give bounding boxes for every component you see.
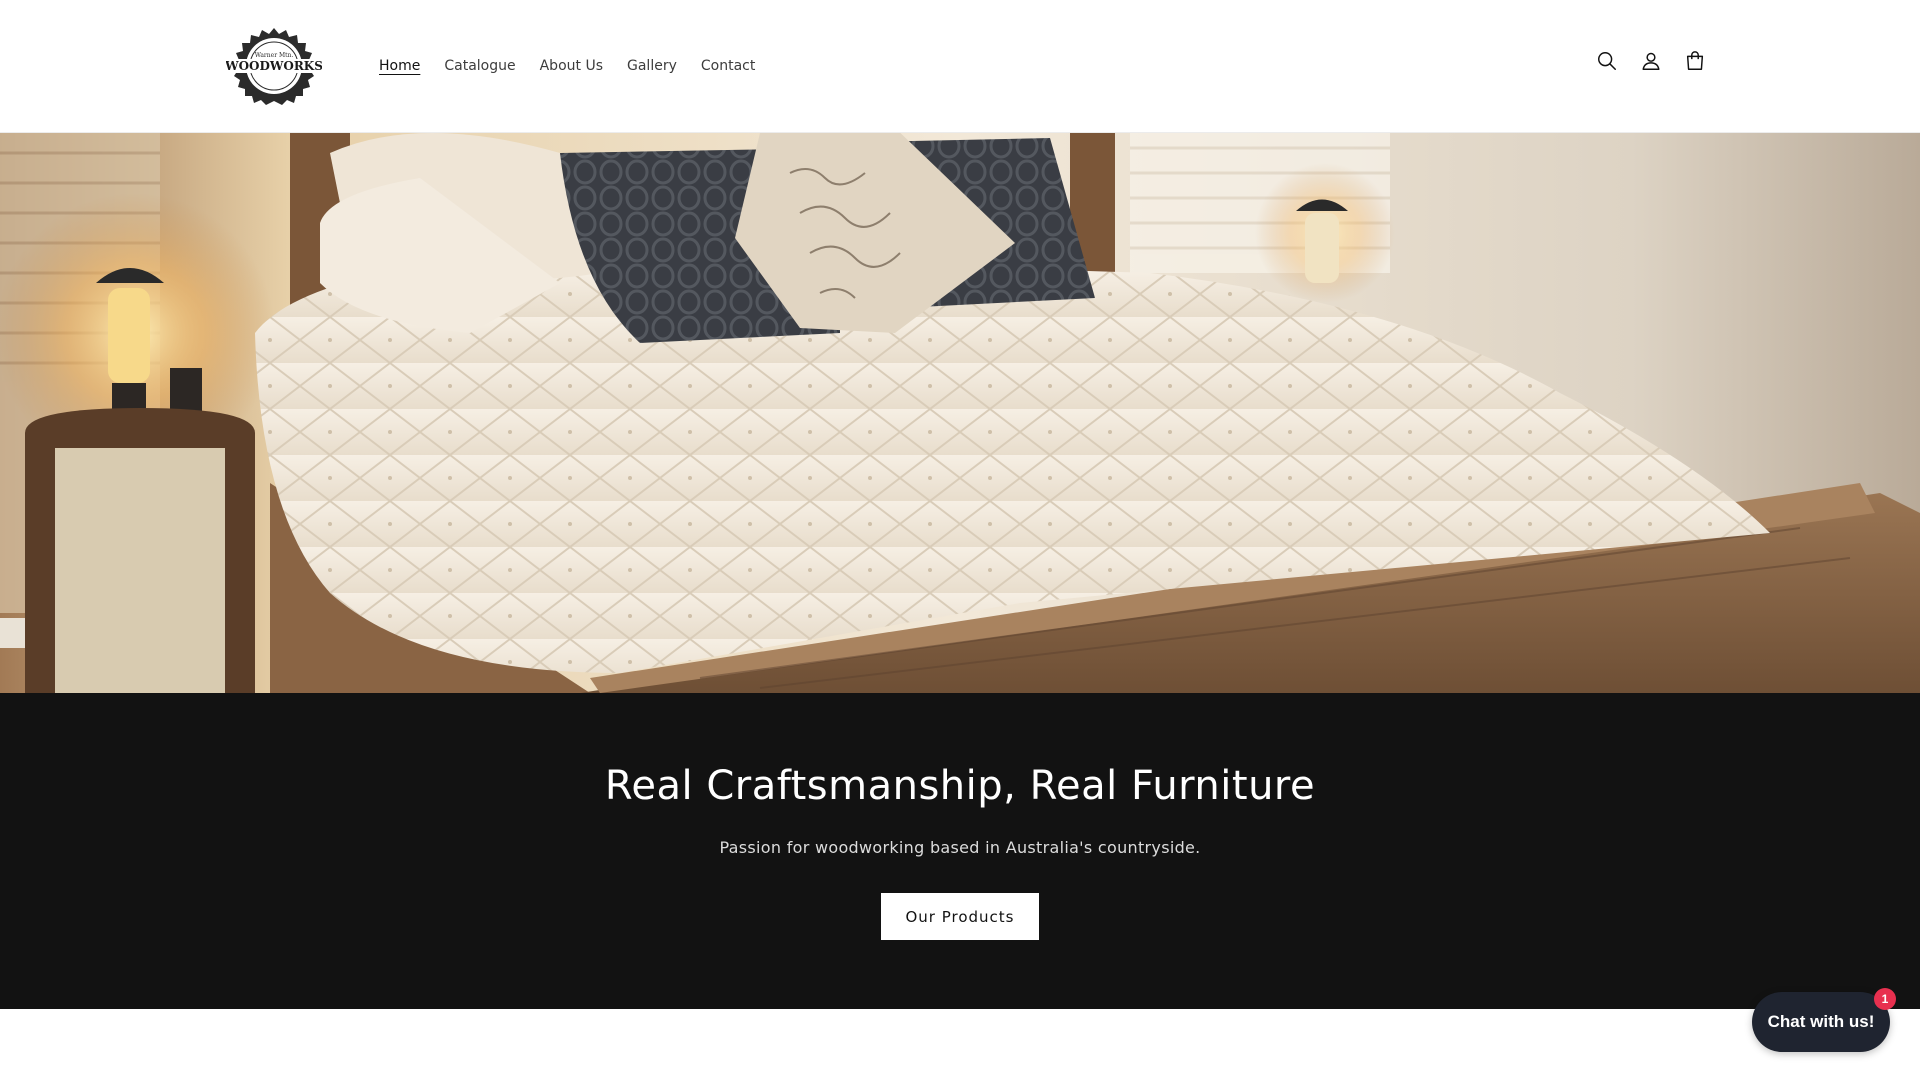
hero-banner: Real Craftsmanship, Real Furniture Passi… xyxy=(0,693,1920,1009)
banner-subtitle: Passion for woodworking based in Austral… xyxy=(719,838,1201,857)
nav-home[interactable]: Home xyxy=(379,55,420,77)
bedroom-photo xyxy=(0,133,1920,693)
saw-blade-logo-icon: Warner Mtn. WOODWORKS xyxy=(224,28,323,105)
site-header: Warner Mtn. WOODWORKS Home Catalogue Abo… xyxy=(0,0,1920,133)
cart-icon[interactable] xyxy=(1684,50,1706,72)
nav-about-us[interactable]: About Us xyxy=(540,55,603,77)
banner-title: Real Craftsmanship, Real Furniture xyxy=(604,763,1316,809)
nav-catalogue[interactable]: Catalogue xyxy=(444,55,515,77)
site-logo[interactable]: Warner Mtn. WOODWORKS xyxy=(224,26,323,106)
account-icon[interactable] xyxy=(1640,50,1662,72)
search-icon[interactable] xyxy=(1596,50,1618,72)
logo-main-text: WOODWORKS xyxy=(226,59,322,73)
main-nav: Home Catalogue About Us Gallery Contact xyxy=(379,55,779,77)
nav-gallery[interactable]: Gallery xyxy=(627,55,677,77)
nav-contact[interactable]: Contact xyxy=(701,55,755,77)
logo-top-text: Warner Mtn. xyxy=(255,52,294,59)
chat-widget-button[interactable]: Chat with us! xyxy=(1752,992,1890,1052)
our-products-button[interactable]: Our Products xyxy=(881,893,1039,940)
hero-image xyxy=(0,133,1920,693)
chat-notification-badge: 1 xyxy=(1874,988,1896,1010)
header-icons xyxy=(1596,50,1706,72)
chat-label: Chat with us! xyxy=(1767,1012,1875,1031)
